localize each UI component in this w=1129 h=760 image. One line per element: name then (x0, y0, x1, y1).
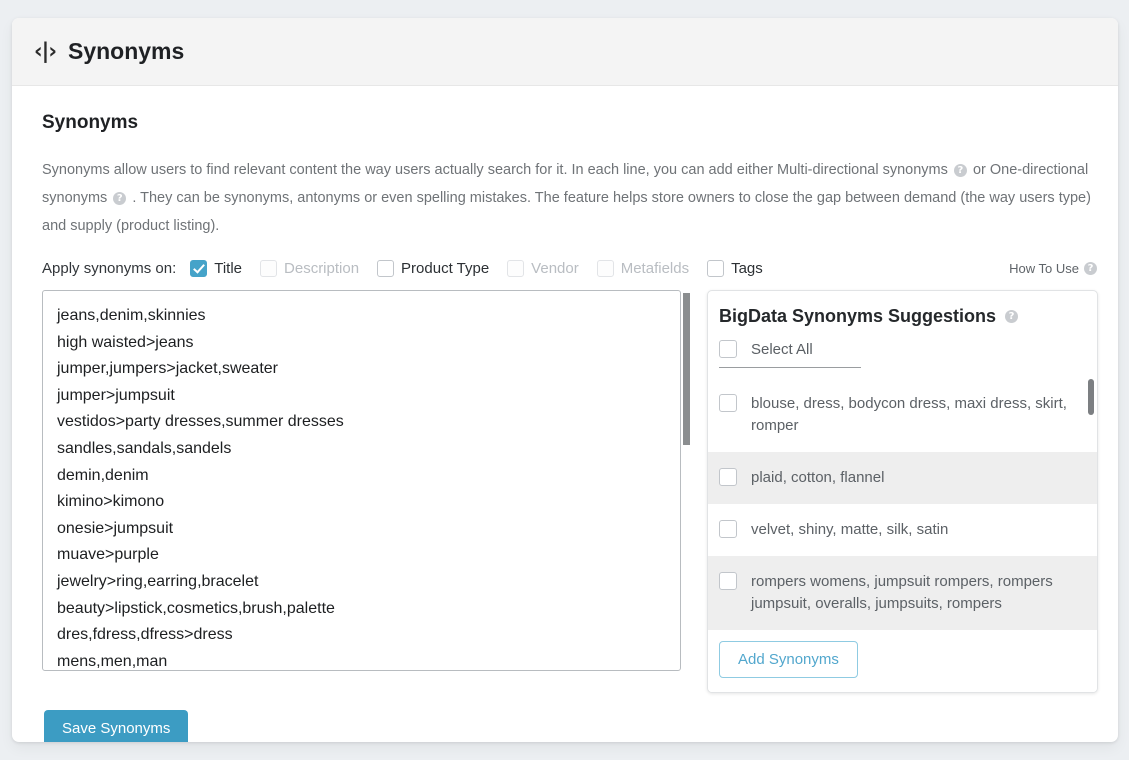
checkbox-title[interactable] (190, 260, 208, 277)
suggestions-footer: Add Synonyms (708, 630, 1097, 692)
checkbox-label-title: Title (214, 260, 243, 277)
help-icon-multidirectional[interactable]: ? (953, 164, 967, 177)
checkbox-metafields[interactable] (596, 260, 614, 277)
description-part-1: Synonyms allow users to find relevant co… (42, 162, 948, 178)
checkbox-item-title[interactable]: Title (190, 260, 242, 277)
checkbox-item-tags[interactable]: Tags (707, 260, 763, 277)
suggestion-item[interactable]: plaid, cotton, flannel (708, 452, 1097, 504)
synonyms-card: ‹|› Synonyms Synonyms Synonyms allow use… (12, 18, 1118, 742)
suggestions-list: blouse, dress, bodycon dress, maxi dress… (708, 378, 1097, 630)
apply-synonyms-label: Apply synonyms on: (42, 260, 177, 277)
card-header: ‹|› Synonyms (12, 18, 1118, 86)
apply-synonyms-row: Apply synonyms on: Title Description Pro… (42, 260, 1099, 277)
suggestions-scrollbar-thumb[interactable] (1088, 379, 1094, 415)
checkbox-suggestion-3[interactable] (719, 520, 737, 538)
editor-row: jeans,denim,skinnies high waisted>jeans … (42, 290, 1098, 693)
checkbox-label-tags: Tags (731, 260, 763, 277)
help-icon-how-to-use[interactable]: ? (1084, 262, 1097, 275)
select-all-wrap: Select All (708, 327, 1097, 378)
how-to-use-label: How To Use (1009, 261, 1079, 276)
checkbox-label-description: Description (284, 260, 360, 277)
checkbox-label-product-type: Product Type (401, 260, 490, 277)
suggestion-item[interactable]: velvet, shiny, matte, silk, satin (708, 504, 1097, 556)
code-icon: ‹|› (34, 39, 57, 63)
how-to-use-link[interactable]: How To Use ? (1009, 261, 1099, 276)
page-title: Synonyms (67, 38, 185, 64)
checkbox-product-type[interactable] (377, 260, 395, 277)
card-body: Synonyms Synonyms allow users to find re… (12, 86, 1118, 693)
suggestion-item[interactable]: blouse, dress, bodycon dress, maxi dress… (708, 378, 1097, 452)
checkbox-label-vendor: Vendor (531, 260, 579, 277)
description-part-3: . They can be synonyms, antonyms or even… (42, 190, 1091, 234)
add-synonyms-button[interactable]: Add Synonyms (719, 641, 858, 678)
checkbox-vendor[interactable] (507, 260, 525, 277)
checkbox-item-product-type[interactable]: Product Type (377, 260, 489, 277)
section-description: Synonyms allow users to find relevant co… (42, 156, 1097, 240)
suggestions-panel: BigData Synonyms Suggestions ? Select Al… (707, 290, 1098, 693)
checkbox-suggestion-1[interactable] (719, 394, 737, 412)
checkbox-select-all[interactable] (719, 340, 737, 358)
page-root: ‹|› Synonyms Synonyms Synonyms allow use… (0, 0, 1129, 760)
checkbox-suggestion-4[interactable] (719, 572, 737, 590)
checkbox-description[interactable] (260, 260, 278, 277)
suggestions-header: BigData Synonyms Suggestions ? (708, 291, 1097, 327)
suggestion-text: velvet, shiny, matte, silk, satin (751, 521, 949, 538)
checkbox-suggestion-2[interactable] (719, 468, 737, 486)
checkbox-label-metafields: Metafields (620, 260, 690, 277)
help-icon-onedirectional[interactable]: ? (113, 192, 127, 205)
suggestion-text: plaid, cotton, flannel (751, 469, 885, 486)
checkbox-item-vendor[interactable]: Vendor (507, 260, 579, 277)
checkbox-tags[interactable] (707, 260, 725, 277)
checkbox-item-description[interactable]: Description (260, 260, 359, 277)
help-icon-suggestions[interactable]: ? (1005, 310, 1019, 323)
save-synonyms-button[interactable]: Save Synonyms (44, 710, 189, 742)
select-all-label: Select All (751, 340, 813, 358)
section-title: Synonyms (42, 112, 139, 133)
suggestion-item[interactable]: rompers womens, jumpsuit rompers, romper… (708, 556, 1097, 630)
synonyms-editor-wrap: jeans,denim,skinnies high waisted>jeans … (42, 290, 690, 673)
select-all-row[interactable]: Select All (719, 337, 861, 368)
suggestions-title: BigData Synonyms Suggestions (719, 306, 997, 326)
textarea-scrollbar-thumb[interactable] (683, 293, 690, 445)
synonyms-textarea[interactable]: jeans,denim,skinnies high waisted>jeans … (42, 290, 681, 671)
suggestion-text: rompers womens, jumpsuit rompers, romper… (751, 573, 1053, 612)
suggestion-text: blouse, dress, bodycon dress, maxi dress… (751, 395, 1067, 434)
checkbox-item-metafields[interactable]: Metafields (596, 260, 690, 277)
